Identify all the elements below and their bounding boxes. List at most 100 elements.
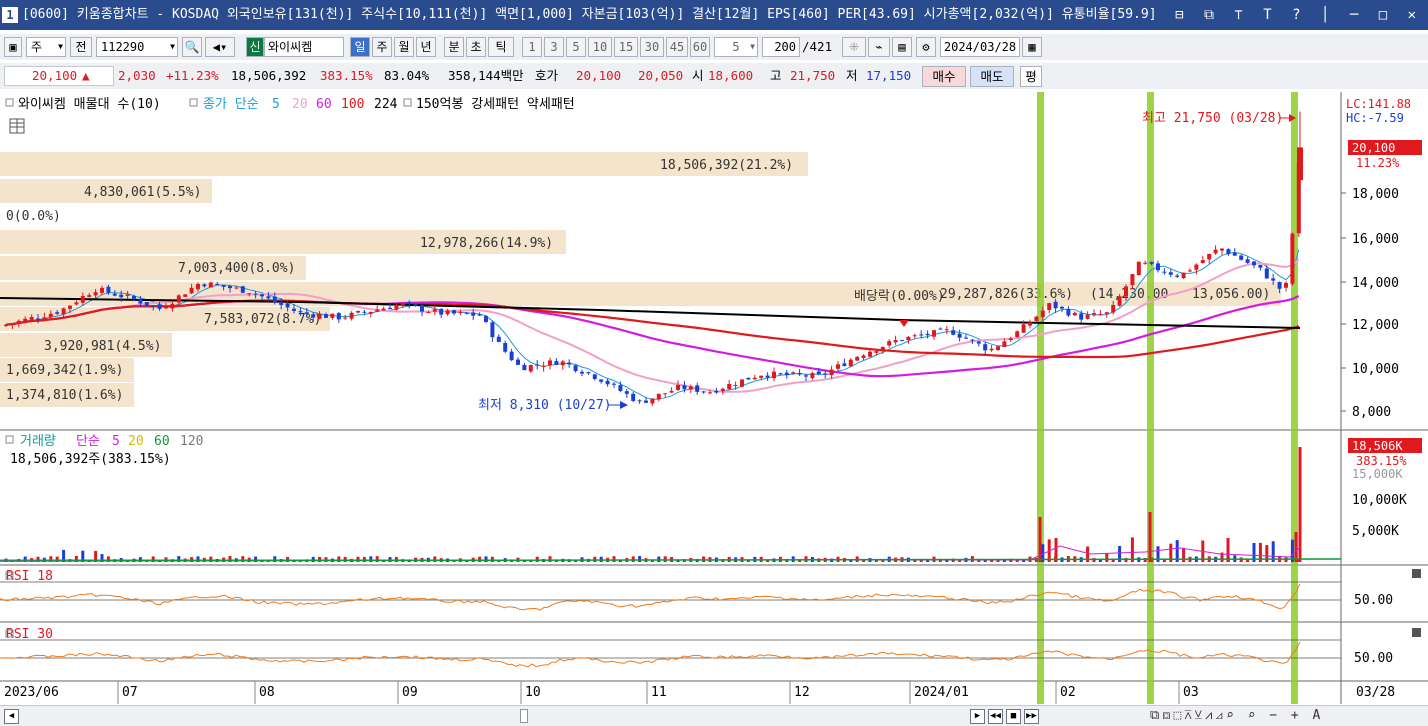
volume-spike-bar bbox=[1294, 532, 1298, 562]
candle-body bbox=[535, 364, 540, 366]
chevron-down-icon: ▼ bbox=[170, 42, 175, 51]
candle-body bbox=[586, 372, 591, 374]
forward-icon[interactable]: ▶▶ bbox=[1024, 709, 1039, 724]
window-controls[interactable]: ⊟ ⧉ ⊤ T ? │ ─ □ ✕ bbox=[1175, 0, 1422, 30]
candle-body bbox=[1072, 312, 1077, 316]
window-number-badge: 1 bbox=[2, 6, 18, 23]
interval-60[interactable]: 60 bbox=[690, 37, 710, 57]
chart-area[interactable]: 18,506,392(21.2%) 4,830,061(5.5%) 0(0.0%… bbox=[0, 92, 1428, 704]
interval-10[interactable]: 10 bbox=[588, 37, 612, 57]
candle-body bbox=[1066, 308, 1071, 316]
candle-body bbox=[1207, 253, 1212, 260]
period-type-select[interactable]: 주 ▼ bbox=[26, 37, 66, 57]
candle-body bbox=[861, 355, 866, 359]
trend-icon[interactable]: ⌁ bbox=[868, 37, 890, 57]
candle-body bbox=[144, 301, 149, 306]
rsi18-close-icon[interactable] bbox=[1412, 569, 1421, 578]
candle-body bbox=[740, 379, 744, 387]
candle-body bbox=[720, 388, 725, 392]
rsi30-close-icon[interactable] bbox=[1412, 628, 1421, 637]
candle-body bbox=[452, 310, 456, 314]
period-button-month[interactable]: 월 bbox=[394, 37, 414, 57]
interval-5[interactable]: 5 bbox=[566, 37, 586, 57]
period-button-minute[interactable]: 분 bbox=[444, 37, 464, 57]
profile-bar-6 bbox=[0, 282, 1281, 306]
stop-icon[interactable]: ■ bbox=[1006, 709, 1021, 724]
open-price: 18,600 bbox=[708, 68, 754, 83]
legend-ma-5: 5 bbox=[272, 97, 280, 112]
chart-scrollbar[interactable]: ◀ ▶ ◀◀ ■ ▶▶ ⧉⧈⬚⊼⊻⩘⊿⌕ ⌕ − + A bbox=[0, 705, 1428, 726]
stock-name-field[interactable]: 와이씨켐 bbox=[264, 37, 344, 57]
dividend-annotation: 배당락(0.00%) bbox=[854, 289, 945, 304]
x-label-last-date: 03/28 bbox=[1356, 685, 1395, 700]
candle-body bbox=[746, 377, 751, 380]
evaluate-button[interactable]: 평 bbox=[1020, 66, 1042, 87]
period-button-second[interactable]: 초 bbox=[466, 37, 486, 57]
candle-body bbox=[272, 296, 277, 303]
scroll-thumb[interactable] bbox=[520, 709, 528, 723]
volume-ma-60: 60 bbox=[154, 434, 170, 449]
volume-spike-bar bbox=[1054, 538, 1058, 562]
candle-body bbox=[509, 351, 514, 361]
speaker-icon[interactable]: ◀▾ bbox=[205, 37, 235, 57]
interval-15[interactable]: 15 bbox=[614, 37, 638, 57]
volume-tick-5000k: 5,000K bbox=[1352, 524, 1399, 539]
rewind-icon[interactable]: ◀◀ bbox=[988, 709, 1003, 724]
date-input[interactable]: 2024/03/28 bbox=[940, 37, 1020, 57]
candle-body bbox=[330, 313, 335, 318]
interval-1[interactable]: 1 bbox=[522, 37, 542, 57]
scroll-left-icon[interactable]: ◀ bbox=[4, 709, 19, 724]
interval-45[interactable]: 45 bbox=[666, 37, 688, 57]
y-tick-18000: 18,000 bbox=[1352, 187, 1399, 202]
save-icon[interactable]: ▤ bbox=[892, 37, 912, 57]
candle-body bbox=[970, 339, 975, 341]
play-icon[interactable]: ▶ bbox=[970, 709, 985, 724]
candle-body bbox=[400, 303, 405, 305]
y-tick-14000: 14,000 bbox=[1352, 276, 1399, 291]
candle-body bbox=[765, 375, 770, 378]
candle-body bbox=[637, 400, 642, 402]
candle-body bbox=[80, 296, 85, 303]
candle-body bbox=[132, 296, 136, 299]
all-button[interactable]: 전 bbox=[70, 37, 92, 57]
search-icon[interactable]: 🔍 bbox=[182, 37, 202, 57]
layout-icon[interactable]: ▣ bbox=[4, 37, 22, 57]
candle-body bbox=[23, 318, 28, 323]
period-button-week[interactable]: 주 bbox=[372, 37, 392, 57]
candle-body bbox=[1213, 249, 1218, 254]
volume-bar bbox=[535, 556, 539, 562]
stock-code-input[interactable]: 112290 ▼ bbox=[96, 37, 178, 57]
candle-body bbox=[996, 346, 1000, 350]
candle-body bbox=[567, 362, 572, 365]
period-button-day[interactable]: 일 bbox=[350, 37, 370, 57]
candle-body bbox=[349, 312, 354, 319]
display-count-input[interactable]: 200 bbox=[762, 37, 800, 57]
interval-3[interactable]: 3 bbox=[544, 37, 564, 57]
buy-button[interactable]: 매수 bbox=[922, 66, 966, 87]
candle-body bbox=[516, 359, 520, 365]
candle-body bbox=[164, 307, 168, 309]
candle-body bbox=[1098, 314, 1103, 316]
profile-label-9: 1,669,342(1.9%) bbox=[6, 363, 123, 378]
candle-body bbox=[1252, 261, 1256, 266]
candle-body bbox=[650, 398, 655, 404]
interval-count-select[interactable]: 5 ▼ bbox=[714, 37, 758, 57]
x-label-10: 10 bbox=[525, 685, 541, 700]
candle-body bbox=[804, 375, 808, 377]
candle-body bbox=[676, 384, 680, 390]
candle-body bbox=[368, 311, 373, 314]
calendar-icon[interactable]: ▦ bbox=[1022, 37, 1042, 57]
candle-body bbox=[912, 335, 917, 337]
candle-body bbox=[880, 346, 885, 352]
period-button-year[interactable]: 년 bbox=[416, 37, 436, 57]
crosshair-icon[interactable]: ⁜ bbox=[842, 37, 866, 57]
candle-body bbox=[266, 296, 271, 299]
gear-icon[interactable]: ⚙ bbox=[916, 37, 936, 57]
candle-body bbox=[413, 304, 418, 306]
candle-body bbox=[240, 286, 245, 293]
drawing-tools[interactable]: ⧉⧈⬚⊼⊻⩘⊿⌕ ⌕ − + A bbox=[1150, 708, 1323, 723]
interval-30[interactable]: 30 bbox=[640, 37, 664, 57]
sell-button[interactable]: 매도 bbox=[970, 66, 1014, 87]
candle-body bbox=[1028, 322, 1032, 326]
period-button-tick[interactable]: 틱 bbox=[488, 37, 514, 57]
